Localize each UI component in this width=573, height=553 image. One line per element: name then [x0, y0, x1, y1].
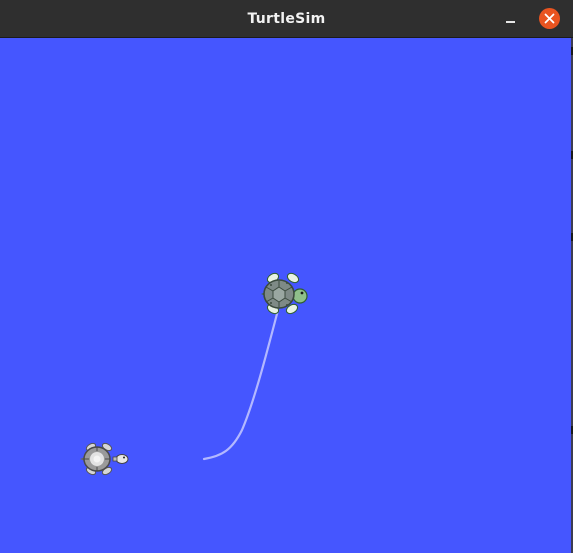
window-title: TurtleSim — [247, 11, 326, 27]
close-button[interactable] — [539, 8, 560, 29]
minimize-button[interactable] — [500, 9, 522, 29]
minimize-icon — [506, 21, 515, 23]
canvas-drawing — [0, 38, 573, 553]
close-icon — [539, 8, 560, 29]
turtlesim-window: TurtleSim — [0, 0, 573, 553]
turtle-canvas — [0, 38, 573, 553]
title-bar[interactable]: TurtleSim — [0, 0, 573, 38]
